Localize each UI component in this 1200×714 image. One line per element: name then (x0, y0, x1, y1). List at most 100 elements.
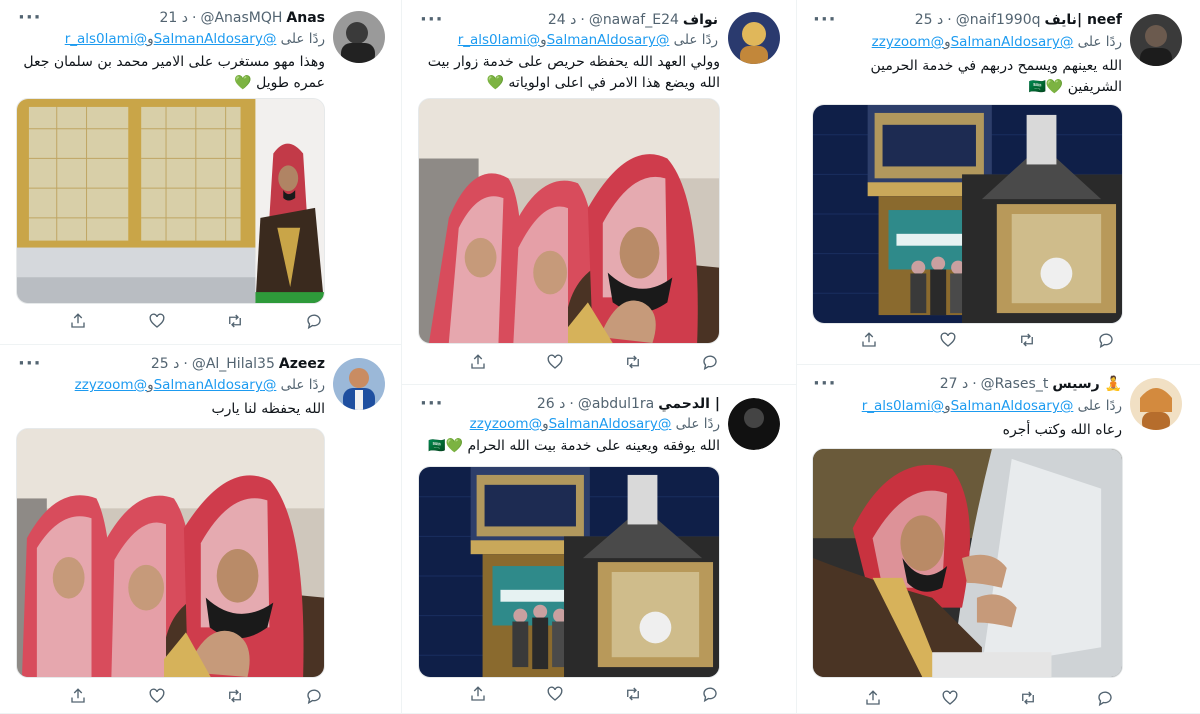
retweet-icon[interactable] (225, 311, 245, 331)
like-icon[interactable] (940, 688, 960, 708)
more-options-icon[interactable]: ··· (18, 355, 42, 373)
timestamp[interactable]: 27 د (940, 376, 969, 392)
tweet-actions (68, 686, 324, 706)
more-options-icon[interactable]: ··· (18, 9, 42, 27)
mention-link[interactable]: @SalmanAldosary (547, 32, 670, 48)
mention-link[interactable]: @r_als0lami (65, 31, 147, 47)
timestamp[interactable]: 25 د (151, 356, 180, 372)
tweet-card[interactable]: نايف| neef @naif1990q · 25 د ··· ردًا عل… (797, 0, 1200, 365)
tweet-card[interactable]: Azeez @Al_Hilal35 · 25 د ··· ردًا على @S… (0, 346, 401, 714)
reply-to-line: ردًا على @SalmanAldosaryو@r_als0lami (65, 29, 325, 49)
avatar[interactable] (333, 11, 385, 63)
retweet-icon[interactable] (1017, 330, 1037, 350)
display-name[interactable]: الدحمي | (658, 396, 720, 412)
mention-link[interactable]: @zzyzoom (872, 34, 944, 50)
reply-prefix: ردًا على (673, 32, 718, 48)
reply-icon[interactable] (700, 684, 720, 704)
share-icon[interactable] (468, 684, 488, 704)
like-icon[interactable] (545, 352, 565, 372)
display-name[interactable]: Anas (286, 10, 325, 26)
timestamp[interactable]: 24 د (548, 12, 577, 28)
timestamp[interactable]: 26 د (537, 396, 566, 412)
reply-icon[interactable] (1095, 688, 1115, 708)
avatar[interactable] (333, 358, 385, 410)
tweet-header: Anas @AnasMQH · 21 د (160, 8, 326, 28)
like-icon[interactable] (147, 686, 167, 706)
mention-link[interactable]: @SalmanAldosary (154, 31, 277, 47)
user-handle[interactable]: @Rases_t (981, 376, 1049, 392)
tweet-header: رسيس 🧘 @Rases_t · 27 د (940, 374, 1122, 394)
reply-icon[interactable] (700, 352, 720, 372)
display-name[interactable]: Azeez (279, 356, 325, 372)
more-options-icon[interactable]: ··· (813, 11, 837, 29)
tweet-card[interactable]: الدحمي | @abdul1ra · 26 د ··· ردًا على @… (402, 386, 796, 714)
reply-prefix: ردًا على (280, 31, 325, 47)
reply-to-line: ردًا على @SalmanAldosaryو@r_als0lami (458, 30, 718, 50)
mention-link[interactable]: @SalmanAldosary (549, 416, 672, 432)
user-handle[interactable]: @Al_Hilal35 (192, 356, 275, 372)
tweet-card[interactable]: رسيس 🧘 @Rases_t · 27 د ··· ردًا على @Sal… (797, 366, 1200, 714)
avatar[interactable] (1130, 14, 1182, 66)
tweet-text: الله يوفقه ويعينه على خدمة بيت الله الحر… (428, 438, 720, 454)
tweet-media-image[interactable] (812, 104, 1123, 324)
mention-link[interactable]: @SalmanAldosary (154, 377, 277, 393)
retweet-icon[interactable] (623, 684, 643, 704)
avatar[interactable] (1130, 378, 1182, 430)
tweet-media-image[interactable] (812, 448, 1123, 678)
reply-icon[interactable] (304, 686, 324, 706)
separator-dot: · (947, 12, 952, 28)
separator-dot: · (972, 376, 977, 392)
more-options-icon[interactable]: ··· (420, 11, 444, 29)
reply-icon[interactable] (1096, 330, 1116, 350)
like-icon[interactable] (147, 311, 167, 331)
like-icon[interactable] (938, 330, 958, 350)
reply-prefix: ردًا على (675, 416, 720, 432)
tweet-text: الله يعينهم ويسمح دربهم في خدمة الحرمين … (870, 58, 1122, 95)
display-name[interactable]: نايف| neef (1045, 12, 1123, 28)
mention-link[interactable]: @zzyzoom (75, 377, 147, 393)
tweet-actions (863, 688, 1115, 708)
more-options-icon[interactable]: ··· (813, 375, 837, 393)
reply-to-line: ردًا على @SalmanAldosaryو@zzyzoom (872, 32, 1122, 52)
tweet-media-image[interactable] (418, 466, 720, 678)
reply-prefix: ردًا على (280, 377, 325, 393)
mention-link[interactable]: @SalmanAldosary (951, 34, 1074, 50)
avatar[interactable] (728, 398, 780, 450)
tweet-card[interactable]: نواف @nawaf_E24 · 24 د ··· ردًا على @Sal… (402, 0, 796, 385)
share-icon[interactable] (68, 686, 88, 706)
tweet-actions (468, 684, 720, 704)
reply-to-line: ردًا على @SalmanAldosaryو@zzyzoom (75, 375, 325, 395)
share-icon[interactable] (859, 330, 879, 350)
retweet-icon[interactable] (225, 686, 245, 706)
reply-prefix: ردًا على (1077, 34, 1122, 50)
tweet-card[interactable]: Anas @AnasMQH · 21 د ··· ردًا على @Salma… (0, 0, 401, 345)
mention-link[interactable]: @r_als0lami (862, 398, 944, 414)
tweet-text: وهذا مهو مستغرب على الامير محمد بن سلمان… (23, 54, 325, 91)
reply-to-line: ردًا على @SalmanAldosaryو@zzyzoom (470, 414, 720, 434)
avatar[interactable] (728, 12, 780, 64)
user-handle[interactable]: @AnasMQH (200, 10, 282, 26)
retweet-icon[interactable] (623, 352, 643, 372)
reply-icon[interactable] (304, 311, 324, 331)
user-handle[interactable]: @nawaf_E24 (589, 12, 679, 28)
share-icon[interactable] (863, 688, 883, 708)
tweet-media-image[interactable] (418, 98, 720, 344)
retweet-icon[interactable] (1018, 688, 1038, 708)
like-icon[interactable] (545, 684, 565, 704)
user-handle[interactable]: @abdul1ra (578, 396, 654, 412)
tweet-media-image[interactable] (16, 428, 325, 678)
mention-link[interactable]: @SalmanAldosary (951, 398, 1074, 414)
share-icon[interactable] (468, 352, 488, 372)
tweet-header: الدحمي | @abdul1ra · 26 د (537, 394, 720, 414)
more-options-icon[interactable]: ··· (420, 395, 444, 413)
mention-link[interactable]: @r_als0lami (458, 32, 540, 48)
share-icon[interactable] (68, 311, 88, 331)
tweet-header: نايف| neef @naif1990q · 25 د (915, 10, 1122, 30)
tweet-media-image[interactable] (16, 98, 325, 304)
timestamp[interactable]: 21 د (160, 10, 189, 26)
display-name[interactable]: نواف (683, 12, 718, 28)
mention-link[interactable]: @zzyzoom (470, 416, 542, 432)
user-handle[interactable]: @naif1990q (956, 12, 1041, 28)
timestamp[interactable]: 25 د (915, 12, 944, 28)
display-name[interactable]: رسيس 🧘 (1052, 376, 1122, 392)
